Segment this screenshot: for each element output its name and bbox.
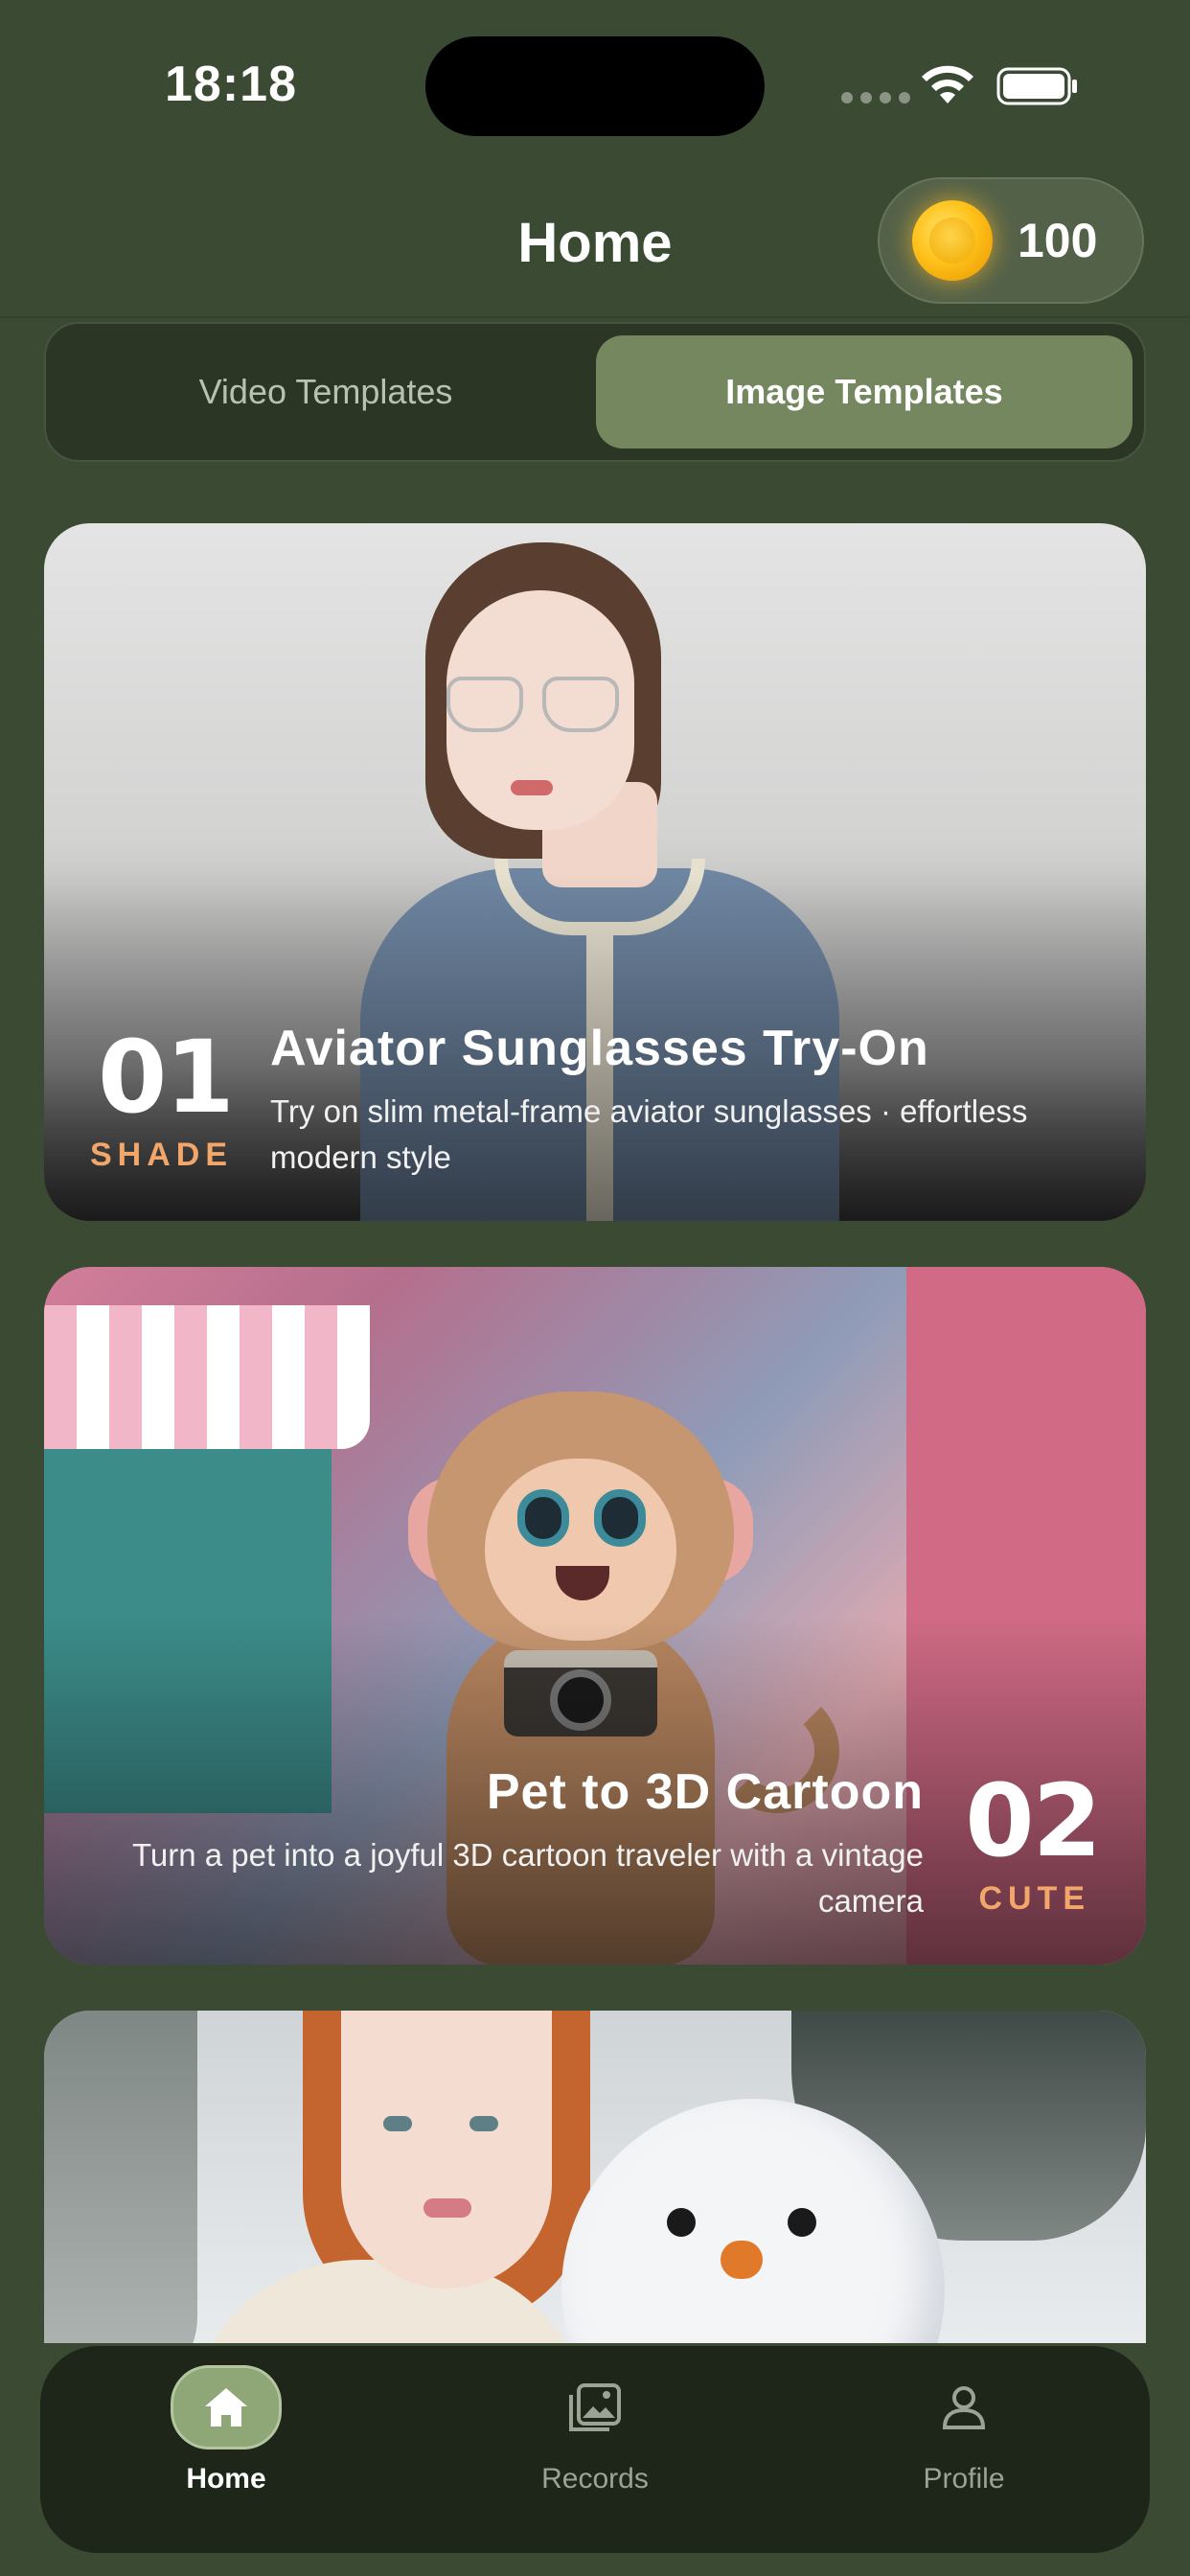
template-number: 01 — [98, 1019, 235, 1136]
image-gallery-icon — [539, 2365, 651, 2450]
nav-item-records[interactable]: Records — [461, 2365, 729, 2538]
nav-item-home[interactable]: Home — [92, 2365, 360, 2538]
bottom-navigation: Home Records Profile — [40, 2346, 1150, 2553]
tab-image-templates[interactable]: Image Templates — [596, 335, 1133, 448]
template-tag: CUTE — [978, 1880, 1090, 1917]
nav-item-profile[interactable]: Profile — [830, 2365, 1098, 2538]
template-title: Aviator Sunglasses Try-On — [270, 1021, 929, 1076]
nav-label: Home — [186, 2463, 266, 2495]
template-type-tabs: Video Templates Image Templates — [44, 322, 1146, 462]
tab-video-templates[interactable]: Video Templates — [57, 335, 594, 448]
battery-icon — [996, 67, 1077, 105]
template-card-aviator-sunglasses[interactable]: 01 SHADE Aviator Sunglasses Try-On Try o… — [44, 523, 1146, 1221]
wifi-icon — [922, 65, 973, 104]
dynamic-island — [425, 36, 765, 136]
status-time: 18:18 — [165, 57, 297, 112]
person-icon — [908, 2365, 1019, 2450]
nav-label: Records — [541, 2463, 649, 2495]
template-description: Turn a pet into a joyful 3D cartoon trav… — [131, 1837, 924, 1919]
header-divider — [0, 316, 1190, 318]
coin-balance: 100 — [1018, 214, 1098, 267]
template-title: Pet to 3D Cartoon — [486, 1764, 924, 1820]
template-tag: SHADE — [90, 1137, 234, 1173]
cellular-dots-icon — [841, 92, 910, 104]
header: Home 100 — [0, 172, 1190, 316]
home-icon — [171, 2365, 282, 2450]
template-card-pet-to-3d-cartoon[interactable]: 02 CUTE Pet to 3D Cartoon Turn a pet int… — [44, 1267, 1146, 1965]
nav-label: Profile — [923, 2463, 1005, 2495]
coin-balance-button[interactable]: 100 — [878, 177, 1144, 304]
status-bar: 18:18 — [0, 0, 1190, 172]
template-number: 02 — [965, 1762, 1102, 1879]
gold-coin-icon — [912, 200, 993, 281]
template-description: Try on slim metal-frame aviator sunglass… — [270, 1093, 1028, 1175]
